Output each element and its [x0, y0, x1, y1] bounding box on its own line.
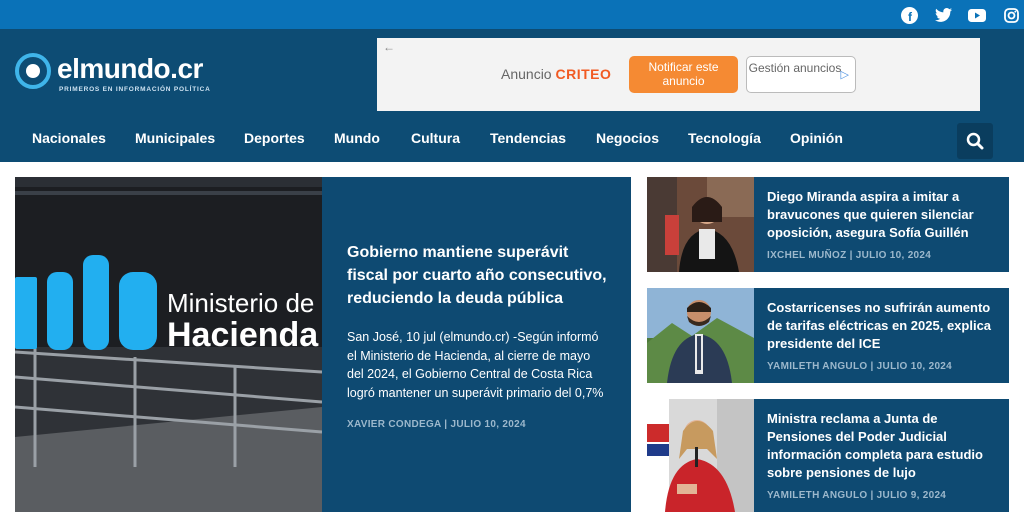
facebook-icon[interactable]: f [899, 5, 919, 25]
featured-article-image[interactable]: Ministerio de Hacienda [15, 177, 322, 512]
nav-item-municipales[interactable]: Municipales [135, 130, 215, 146]
nav-item-tecnologia[interactable]: Tecnología [688, 130, 761, 146]
side-article-image[interactable] [647, 177, 754, 272]
hacienda-line: Hacienda [167, 316, 319, 354]
criteo-logo: CRITEO [555, 66, 612, 82]
side-article-image[interactable] [647, 288, 754, 383]
featured-article-excerpt: San José, 10 jul (elmundo.cr) -Según inf… [347, 330, 604, 400]
ad-manage-button[interactable]: Gestión anuncios ▷ [746, 56, 856, 93]
nav-item-deportes[interactable]: Deportes [244, 130, 305, 146]
side-article-text: Ministra reclama a Junta de Pensiones de… [767, 410, 997, 501]
ad-banner: ← Anuncio CRITEO Notificar este anuncio … [377, 38, 980, 111]
search-icon [966, 132, 984, 150]
side-article-text: Diego Miranda aspira a imitar a bravucon… [767, 188, 997, 261]
logo-tagline: PRIMEROS EN INFORMACIÓN POLÍTICA [59, 86, 211, 93]
featured-article-meta: XAVIER CONDEGA | JULIO 10, 2024 [347, 419, 526, 430]
side-article-text: Costarricenses no sufrirán aumento de ta… [767, 299, 997, 372]
youtube-icon[interactable] [967, 5, 987, 25]
logo-eye-icon [15, 53, 51, 89]
logo-name: elmundo.cr [57, 53, 203, 84]
featured-article[interactable]: Ministerio de Hacienda Gobierno mantiene… [15, 177, 631, 512]
side-article[interactable]: Diego Miranda aspira a imitar a bravucon… [647, 177, 1009, 272]
featured-article-text: Gobierno mantiene superávit fiscal por c… [347, 241, 609, 430]
nav-item-cultura[interactable]: Cultura [411, 130, 460, 146]
nav-item-negocios[interactable]: Negocios [596, 130, 659, 146]
search-button[interactable] [957, 123, 993, 159]
ad-notify-button[interactable]: Notificar este anuncio [629, 56, 738, 93]
twitter-icon[interactable] [933, 5, 953, 25]
side-article-meta: IXCHEL MUÑOZ | JULIO 10, 2024 [767, 250, 932, 261]
site-header: elmundo.cr PRIMEROS EN INFORMACIÓN POLÍT… [0, 29, 1024, 162]
side-article-title[interactable]: Diego Miranda aspira a imitar a bravucon… [767, 188, 997, 242]
top-bar: f [0, 0, 1024, 29]
ad-label: Anuncio CRITEO [501, 66, 612, 82]
featured-article-title[interactable]: Gobierno mantiene superávit fiscal por c… [347, 241, 609, 310]
side-article-image[interactable] [647, 399, 754, 512]
ministerio-line: Ministerio de [167, 288, 315, 318]
side-article-meta: YAMILETH ANGULO | JULIO 9, 2024 [767, 490, 947, 501]
side-article[interactable]: Ministra reclama a Junta de Pensiones de… [647, 399, 1009, 512]
nav-item-mundo[interactable]: Mundo [334, 130, 380, 146]
instagram-icon[interactable] [1001, 5, 1021, 25]
side-article-title[interactable]: Costarricenses no sufrirán aumento de ta… [767, 299, 997, 353]
ad-choices-icon: ▷ [840, 69, 849, 81]
nav-item-tendencias[interactable]: Tendencias [490, 130, 566, 146]
nav-item-opinion[interactable]: Opinión [790, 130, 843, 146]
side-article[interactable]: Costarricenses no sufrirán aumento de ta… [647, 288, 1009, 383]
nav-item-nacionales[interactable]: Nacionales [32, 130, 106, 146]
side-article-title[interactable]: Ministra reclama a Junta de Pensiones de… [767, 410, 997, 482]
side-article-meta: YAMILETH ANGULO | JULIO 10, 2024 [767, 361, 953, 372]
site-logo[interactable]: elmundo.cr PRIMEROS EN INFORMACIÓN POLÍT… [15, 53, 235, 103]
ad-back-icon[interactable]: ← [383, 40, 395, 54]
